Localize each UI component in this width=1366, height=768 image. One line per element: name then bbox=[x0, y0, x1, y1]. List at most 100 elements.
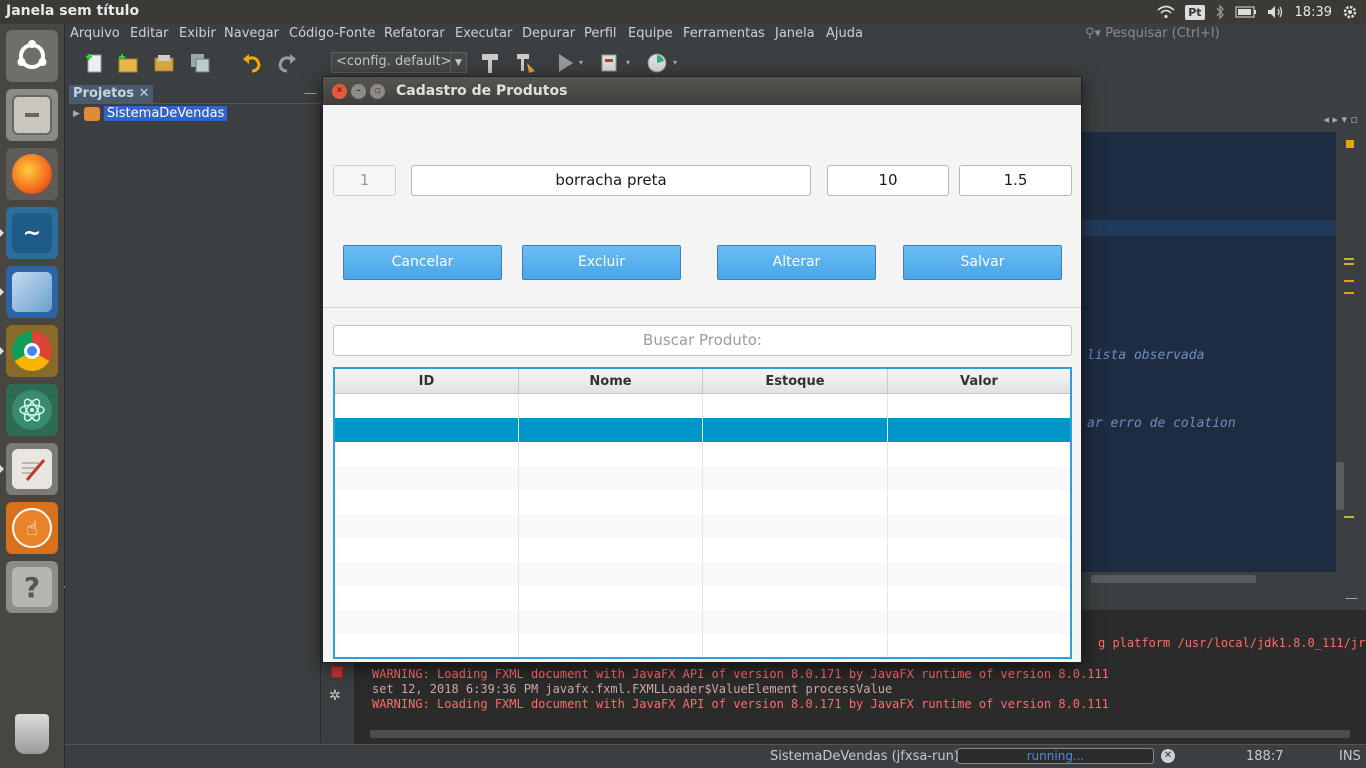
atom-launcher[interactable] bbox=[6, 384, 58, 436]
ubuntu-logo-icon bbox=[12, 36, 52, 76]
gear-icon[interactable] bbox=[1342, 4, 1358, 20]
column-header-valor[interactable]: Valor bbox=[888, 369, 1070, 394]
column-header-id[interactable]: ID bbox=[335, 369, 519, 394]
profile-icon[interactable] bbox=[645, 51, 669, 75]
code-comment: lista observada bbox=[1087, 348, 1205, 363]
wifi-icon[interactable] bbox=[1157, 5, 1175, 19]
text-editor-launcher[interactable] bbox=[0, 443, 58, 495]
ide-search-placeholder: Pesquisar (Ctrl+I) bbox=[1105, 26, 1220, 41]
project-name[interactable]: SistemaDeVendas bbox=[103, 106, 228, 121]
project-tree-node[interactable]: ▶ SistemaDeVendas bbox=[73, 106, 228, 121]
menu-navegar[interactable]: Navegar bbox=[224, 26, 279, 41]
undo-icon[interactable] bbox=[240, 51, 264, 75]
file-cabinet-icon bbox=[12, 95, 52, 135]
excluir-button[interactable]: Excluir bbox=[522, 245, 681, 280]
menu-janela[interactable]: Janela bbox=[775, 26, 815, 41]
open-project-icon[interactable] bbox=[152, 51, 176, 75]
console-line: WARNING: Loading FXML document with Java… bbox=[372, 667, 1109, 681]
tab-projetos[interactable]: Projetos ✕ bbox=[69, 85, 154, 104]
new-file-icon[interactable] bbox=[83, 51, 107, 75]
ubuntu-dash-button[interactable] bbox=[6, 30, 58, 82]
help-launcher[interactable]: ? bbox=[6, 561, 58, 613]
main-toolbar: ▾ ▾ ▾ bbox=[65, 46, 1366, 80]
keyboard-layout-badge[interactable]: Pt bbox=[1185, 4, 1205, 20]
firefox-launcher[interactable] bbox=[6, 148, 58, 200]
menu-editar[interactable]: Editar bbox=[130, 26, 169, 41]
estoque-field[interactable]: 10 bbox=[827, 165, 949, 196]
launcher: ~ ☝ ? bbox=[0, 24, 65, 768]
column-header-nome[interactable]: Nome bbox=[519, 369, 703, 394]
horizontal-scrollbar[interactable] bbox=[1081, 572, 1336, 586]
maximize-icon[interactable]: ▫ bbox=[370, 84, 385, 99]
stop-icon[interactable] bbox=[331, 666, 343, 678]
table-header: ID Nome Estoque Valor bbox=[335, 369, 1070, 394]
trash-launcher[interactable] bbox=[6, 708, 58, 760]
profile-dropdown-icon[interactable]: ▾ bbox=[673, 58, 677, 67]
salvar-button[interactable]: Salvar bbox=[903, 245, 1062, 280]
marker[interactable] bbox=[1344, 263, 1354, 265]
cancel-task-icon[interactable]: ✕ bbox=[1161, 749, 1175, 763]
menu-depurar[interactable]: Depurar bbox=[522, 26, 575, 41]
battery-icon[interactable] bbox=[1235, 6, 1257, 18]
buscar-produto-input[interactable]: Buscar Produto: bbox=[333, 325, 1072, 356]
column-header-estoque[interactable]: Estoque bbox=[703, 369, 888, 394]
menu-equipe[interactable]: Equipe bbox=[628, 26, 673, 41]
code-editor[interactable]: lista observada ar erro de colation bbox=[1081, 132, 1336, 572]
progress-bar[interactable]: running... bbox=[957, 748, 1154, 764]
clock[interactable]: 18:39 bbox=[1295, 5, 1332, 20]
config-select[interactable]: <config. default> ▼ bbox=[331, 52, 467, 73]
mysql-workbench-launcher[interactable]: ~ bbox=[0, 207, 58, 259]
dialog-titlebar[interactable]: ✕ – ▫ Cadastro de Produtos bbox=[323, 77, 1081, 105]
redo-icon[interactable] bbox=[275, 51, 299, 75]
warning-marker[interactable] bbox=[1346, 140, 1354, 148]
editor-window-controls[interactable]: ◂ ▸ ▾ ▫ bbox=[1323, 113, 1358, 126]
cube-icon bbox=[12, 272, 52, 312]
run-icon[interactable] bbox=[553, 51, 577, 75]
nome-field[interactable]: borracha preta bbox=[411, 165, 811, 196]
debug-dropdown-icon[interactable]: ▾ bbox=[626, 58, 630, 67]
virtualbox-launcher[interactable] bbox=[0, 266, 58, 318]
alterar-button[interactable]: Alterar bbox=[717, 245, 876, 280]
volume-icon[interactable] bbox=[1267, 5, 1285, 19]
vertical-scrollbar[interactable] bbox=[1336, 462, 1344, 510]
scroll-thumb[interactable] bbox=[1091, 575, 1256, 583]
ide-search-field[interactable]: ⚲▾ Pesquisar (Ctrl+I) bbox=[1085, 26, 1220, 41]
menu-executar[interactable]: Executar bbox=[455, 26, 512, 41]
marker[interactable] bbox=[1344, 258, 1354, 260]
close-icon[interactable]: ✕ bbox=[139, 86, 150, 101]
minimize-panel-icon[interactable]: — bbox=[1345, 591, 1358, 606]
expand-arrow-icon[interactable]: ▶ bbox=[73, 109, 80, 119]
menu-arquivo[interactable]: Arquivo bbox=[70, 26, 120, 41]
menu-refatorar[interactable]: Refatorar bbox=[384, 26, 445, 41]
chrome-launcher[interactable] bbox=[0, 325, 58, 377]
save-all-icon[interactable] bbox=[188, 51, 212, 75]
menu-exibir[interactable]: Exibir bbox=[179, 26, 216, 41]
config-select-value: <config. default> bbox=[336, 54, 452, 69]
close-icon[interactable]: ✕ bbox=[332, 84, 347, 99]
bluetooth-icon[interactable] bbox=[1215, 4, 1225, 20]
marker[interactable] bbox=[1344, 516, 1354, 518]
marker[interactable] bbox=[1344, 292, 1354, 294]
new-project-icon[interactable] bbox=[116, 51, 140, 75]
menu-ajuda[interactable]: Ajuda bbox=[826, 26, 863, 41]
cancelar-button[interactable]: Cancelar bbox=[343, 245, 502, 280]
wrench-icon[interactable]: ✲ bbox=[329, 688, 341, 704]
marker[interactable] bbox=[1344, 280, 1354, 282]
menu-ferramentas[interactable]: Ferramentas bbox=[683, 26, 765, 41]
build-hammer-icon[interactable] bbox=[478, 51, 502, 75]
console-line: g platform /usr/local/jdk1.8.0_111/jre, bbox=[1098, 636, 1366, 650]
debug-icon[interactable] bbox=[598, 51, 622, 75]
console-horizontal-scrollbar[interactable] bbox=[370, 730, 1350, 738]
hand-app-launcher[interactable]: ☝ bbox=[6, 502, 58, 554]
minimize-icon[interactable]: – bbox=[351, 84, 366, 99]
valor-field[interactable]: 1.5 bbox=[959, 165, 1072, 196]
run-dropdown-icon[interactable]: ▾ bbox=[579, 58, 583, 67]
error-stripe bbox=[1336, 132, 1366, 572]
clean-build-icon[interactable] bbox=[513, 51, 537, 75]
files-launcher[interactable] bbox=[6, 89, 58, 141]
menu-codigo-fonte[interactable]: Código-Fonte bbox=[289, 26, 375, 41]
produtos-table[interactable]: ID Nome Estoque Valor bbox=[333, 367, 1072, 659]
menu-perfil[interactable]: Perfil bbox=[584, 26, 617, 41]
insert-mode: INS bbox=[1339, 749, 1361, 764]
minimize-panel-icon[interactable]: — bbox=[304, 86, 317, 101]
